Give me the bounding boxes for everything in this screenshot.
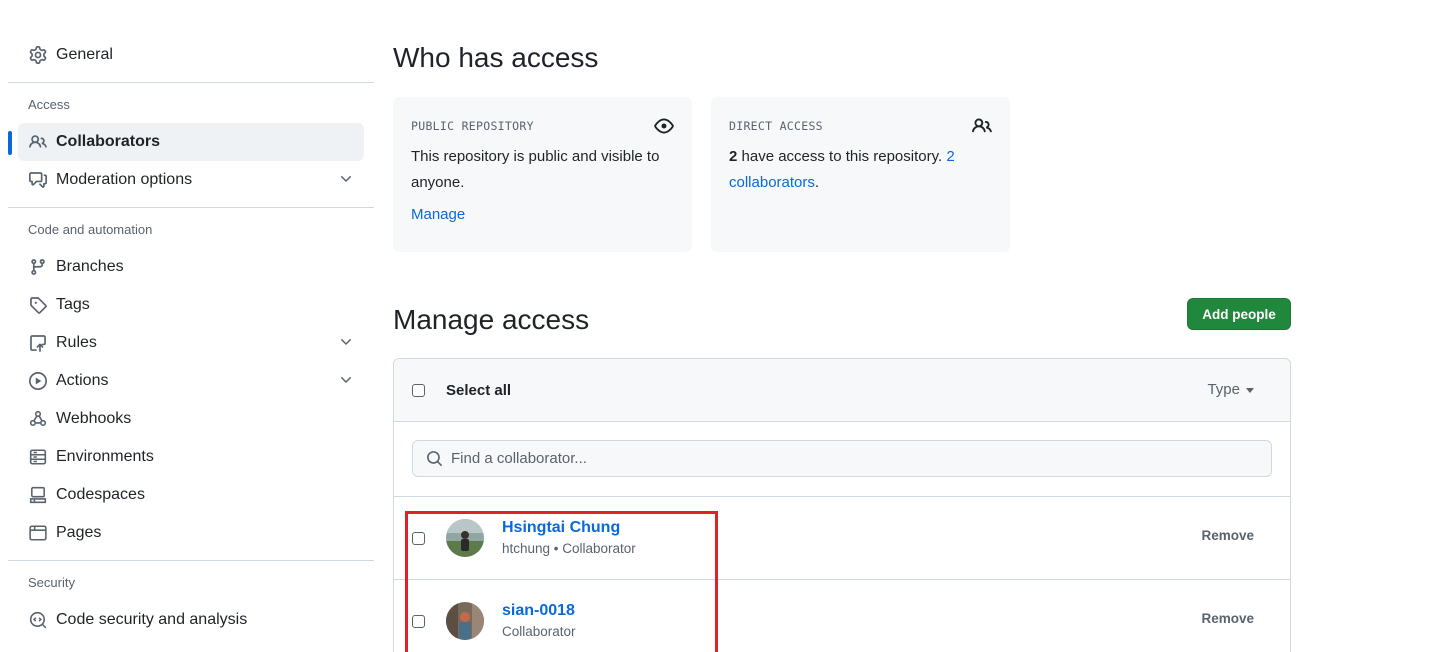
sidebar-item-codespaces[interactable]: Codespaces [8, 476, 374, 514]
card-description: This repository is public and visible to… [411, 148, 660, 191]
direct-access-card: DIRECT ACCESS 2 have access to this repo… [711, 97, 1010, 252]
select-all-label[interactable]: Select all [446, 382, 511, 399]
public-repository-card: PUBLIC REPOSITORY This repository is pub… [393, 97, 692, 252]
chevron-down-icon[interactable] [338, 372, 354, 388]
sidebar-item-tags[interactable]: Tags [8, 286, 374, 324]
sidebar-item-webhooks[interactable]: Webhooks [8, 400, 374, 438]
panel-header: Select all Type [394, 359, 1290, 422]
comment-discussion-icon [28, 170, 48, 190]
row-checkbox[interactable] [412, 531, 425, 545]
sidebar-item-label: Tags [56, 296, 90, 313]
sidebar-item-label: General [56, 46, 113, 63]
divider [8, 82, 374, 83]
row-checkbox[interactable] [412, 614, 425, 628]
sidebar-item-label: Moderation options [56, 171, 193, 188]
add-people-button[interactable]: Add people [1187, 298, 1291, 330]
play-icon [28, 371, 48, 391]
access-trail: . [814, 174, 820, 191]
divider [8, 560, 374, 561]
collaborator-meta: Collaborator [502, 624, 576, 639]
avatar[interactable] [446, 519, 484, 557]
search-icon [427, 451, 442, 466]
repo-push-icon [28, 333, 48, 353]
collaborators-panel: Select all Type Find a collaborator... H… [393, 358, 1291, 652]
settings-sidebar: General Access Collaborators Moderation … [8, 36, 374, 639]
sidebar-item-actions[interactable]: Actions [8, 362, 374, 400]
find-collaborator-input[interactable] [451, 450, 1251, 467]
sidebar-item-label: Environments [56, 448, 154, 465]
people-icon [972, 118, 992, 133]
server-icon [28, 447, 48, 467]
caret-down-icon [1246, 388, 1254, 393]
remove-button[interactable]: Remove [1201, 611, 1254, 626]
avatar[interactable] [446, 602, 484, 640]
access-text: have access to this repository. [737, 148, 947, 165]
tag-icon [28, 295, 48, 315]
sidebar-item-code-security[interactable]: Code security and analysis [8, 601, 374, 639]
sidebar-item-label: Collaborators [56, 133, 161, 150]
card-kicker: DIRECT ACCESS [729, 119, 823, 133]
sidebar-item-label: Branches [56, 258, 124, 275]
sidebar-item-collaborators[interactable]: Collaborators [8, 123, 364, 161]
card-kicker: PUBLIC REPOSITORY [411, 119, 534, 133]
codespaces-icon [28, 485, 48, 505]
type-filter-label: Type [1207, 381, 1240, 398]
manage-visibility-link[interactable]: Manage [411, 206, 674, 223]
section-heading-security: Security [28, 574, 75, 590]
type-filter-dropdown[interactable]: Type [1207, 381, 1254, 398]
sidebar-item-general[interactable]: General [8, 36, 374, 74]
webhook-icon [28, 409, 48, 429]
sidebar-item-label: Pages [56, 524, 102, 541]
sidebar-item-rules[interactable]: Rules [8, 324, 374, 362]
user-info: Hsingtai Chung htchung • Collaborator [502, 518, 636, 558]
manage-access-heading: Manage access [393, 304, 590, 335]
section-heading-code-automation: Code and automation [28, 221, 153, 237]
chevron-down-icon[interactable] [338, 334, 354, 350]
codescan-icon [28, 610, 48, 630]
chevron-down-icon[interactable] [338, 171, 354, 187]
browser-icon [28, 523, 48, 543]
sidebar-item-label: Rules [56, 334, 97, 351]
collaborator-meta: htchung • Collaborator [502, 541, 636, 556]
sidebar-item-moderation-options[interactable]: Moderation options [8, 161, 374, 199]
collaborator-row: Hsingtai Chung htchung • Collaborator Re… [394, 497, 1290, 580]
who-has-access-heading: Who has access [393, 42, 599, 73]
collaborator-name-link[interactable]: sian-0018 [502, 601, 576, 621]
gear-icon [28, 45, 48, 65]
remove-button[interactable]: Remove [1201, 528, 1254, 543]
sidebar-item-label: Code security and analysis [56, 611, 248, 628]
select-all-checkbox[interactable] [412, 383, 425, 397]
sidebar-item-branches[interactable]: Branches [8, 248, 374, 286]
divider [8, 207, 374, 208]
collaborator-row: sian-0018 Collaborator Remove [394, 580, 1290, 652]
sidebar-item-label: Webhooks [56, 410, 132, 427]
search-row [394, 422, 1290, 497]
user-info: sian-0018 Collaborator [502, 601, 576, 641]
search-box[interactable] [412, 440, 1272, 477]
eye-icon [654, 118, 674, 134]
sidebar-item-environments[interactable]: Environments [8, 438, 374, 476]
sidebar-item-label: Codespaces [56, 486, 145, 503]
sidebar-item-pages[interactable]: Pages [8, 514, 374, 552]
sidebar-item-label: Actions [56, 372, 109, 389]
section-heading-access: Access [28, 96, 70, 112]
people-icon [28, 132, 48, 152]
collaborator-name-link[interactable]: Hsingtai Chung [502, 518, 636, 538]
card-description: 2 have access to this repository. 2 coll… [729, 144, 992, 196]
git-branch-icon [28, 257, 48, 277]
